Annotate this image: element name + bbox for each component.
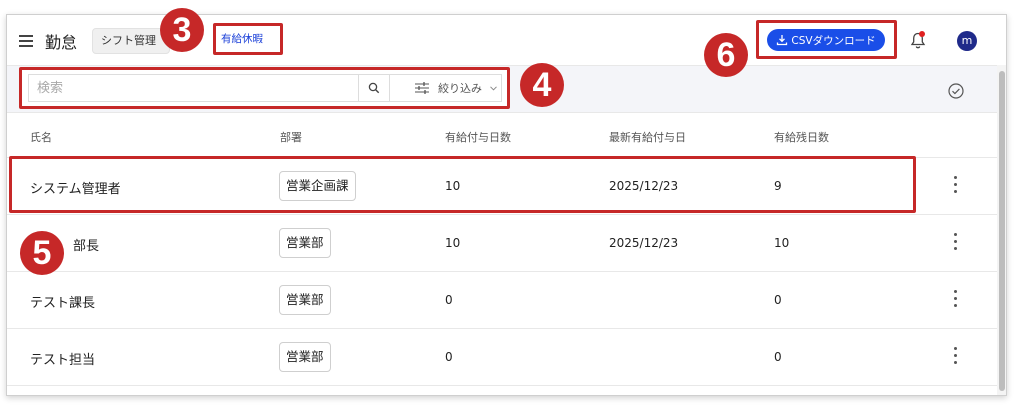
tab-paid-leave-highlight: 有給休暇: [213, 23, 283, 55]
row-menu-icon[interactable]: [953, 176, 959, 194]
granted-days: 0: [445, 293, 453, 307]
csv-download-button[interactable]: CSVダウンロード: [767, 29, 885, 51]
filter-button[interactable]: 絞り込み: [390, 74, 502, 102]
user-avatar[interactable]: m: [957, 31, 977, 51]
employee-name: システム管理者: [30, 182, 121, 197]
table-row[interactable]: テスト課長 営業部 0 0: [7, 272, 997, 329]
csv-download-label: CSVダウンロード: [791, 34, 876, 47]
table-header-row: 氏名 部署 有給付与日数 最新有給付与日 有給残日数: [7, 114, 997, 158]
latest-grant-date: 2025/12/23: [609, 179, 679, 193]
search-icon: [368, 82, 380, 94]
granted-days: 10: [445, 236, 461, 250]
row-menu-icon[interactable]: [953, 233, 959, 251]
callout-badge: 4: [520, 63, 564, 107]
employee-name: テスト課長: [30, 296, 96, 311]
column-header-latest-date[interactable]: 最新有給付与日: [609, 129, 686, 145]
filter-label: 絞り込み: [438, 82, 482, 95]
department-chip: 営業部: [279, 228, 331, 258]
tab-paid-leave[interactable]: 有給休暇: [219, 30, 277, 48]
table-row[interactable]: システム管理者 営業企画課 10 2025/12/23 9: [7, 158, 997, 215]
search-bar-highlight: 絞り込み: [19, 67, 510, 109]
department-chip: 営業部: [279, 342, 331, 372]
row-menu-icon[interactable]: [953, 347, 959, 365]
vertical-scrollbar[interactable]: [997, 65, 1006, 395]
row-menu-icon[interactable]: [953, 290, 959, 308]
download-icon: [777, 35, 788, 46]
department-chip: 営業部: [279, 285, 331, 315]
scrollbar-thumb[interactable]: [999, 71, 1005, 391]
callout-badge: 3: [160, 8, 204, 52]
column-header-dept[interactable]: 部署: [280, 129, 302, 145]
callout-badge: 5: [20, 231, 64, 275]
remaining-days: 10: [774, 236, 790, 250]
app-header: 勤怠 シフト管理 有給休暇 CSVダウンロード m: [7, 15, 1006, 65]
csv-button-highlight: CSVダウンロード: [756, 20, 897, 59]
tab-shift-management[interactable]: シフト管理: [92, 28, 170, 54]
employee-name: テスト担当: [30, 353, 96, 368]
hamburger-menu-icon[interactable]: [13, 28, 39, 54]
department-chip: 営業企画課: [279, 171, 356, 201]
remaining-days: 0: [774, 293, 782, 307]
notification-badge: [919, 31, 925, 37]
search-button[interactable]: [358, 74, 390, 102]
remaining-days: 0: [774, 350, 782, 364]
filter-sliders-icon: [415, 82, 429, 94]
remaining-days: 9: [774, 179, 782, 193]
column-header-remaining[interactable]: 有給残日数: [774, 129, 829, 145]
granted-days: 0: [445, 350, 453, 364]
granted-days: 10: [445, 179, 461, 193]
table-row[interactable]: 部長 営業部 10 2025/12/23 10: [7, 215, 997, 272]
column-header-granted[interactable]: 有給付与日数: [445, 129, 511, 145]
check-circle-icon[interactable]: [947, 82, 965, 100]
employee-name: 部長: [73, 239, 100, 254]
column-header-name[interactable]: 氏名: [30, 129, 52, 145]
chevron-down-icon: [490, 85, 497, 91]
search-input[interactable]: [28, 74, 358, 102]
search-toolbar: 絞り込み: [7, 65, 997, 113]
app-window: 勤怠 シフト管理 有給休暇 CSVダウンロード m 絞り込み: [6, 14, 1007, 396]
table-row[interactable]: テスト担当 営業部 0 0: [7, 329, 997, 386]
callout-badge: 6: [704, 33, 748, 77]
latest-grant-date: 2025/12/23: [609, 236, 679, 250]
app-title: 勤怠: [45, 33, 78, 52]
